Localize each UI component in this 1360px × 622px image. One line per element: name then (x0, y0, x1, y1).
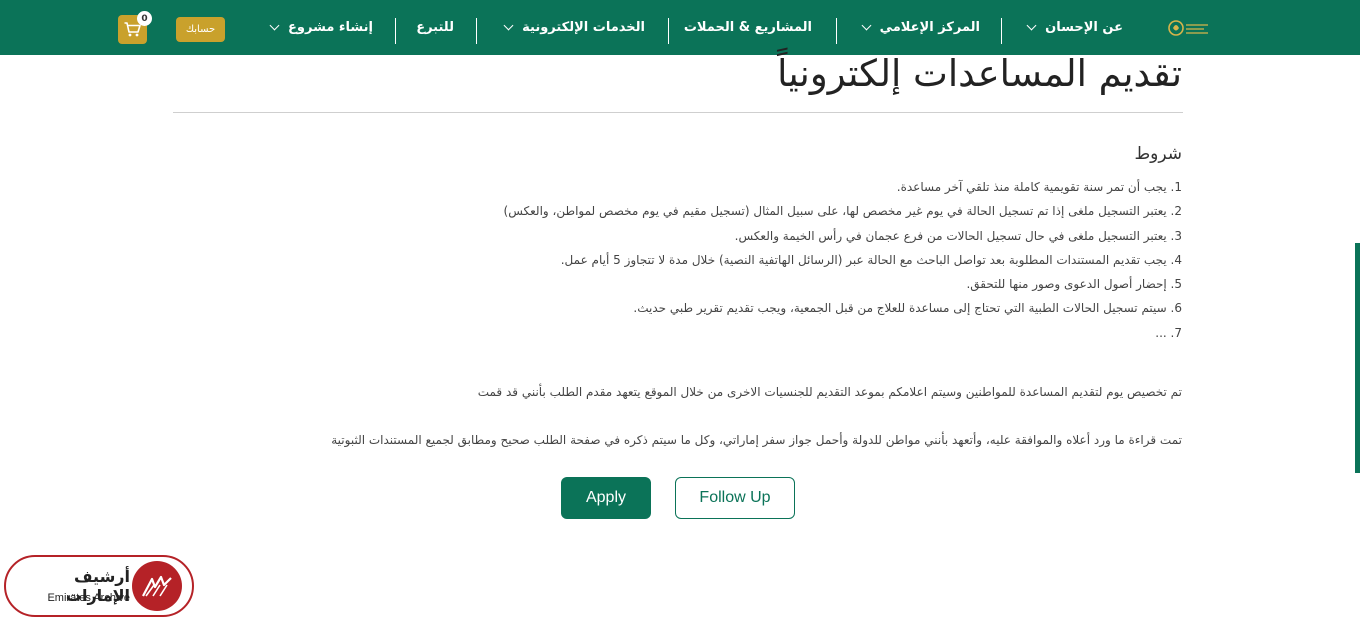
emirates-archive-watermark: أرشيف الإمارات Emirates Archive (4, 555, 194, 617)
apply-button[interactable]: Apply (561, 477, 651, 519)
nav-item-media-center[interactable]: المركز الإعلامي (861, 0, 980, 55)
charity-logo-icon[interactable] (1168, 14, 1212, 42)
nav-item-donate-label: للتبرع (416, 20, 454, 35)
nav-item-projects[interactable]: المشاريع & الحملات (684, 0, 812, 55)
nav-item-about-label: عن الإحسان (1045, 20, 1123, 35)
nav-item-about[interactable]: عن الإحسان (1026, 0, 1123, 55)
notice-text: تم تخصيص يوم لتقديم المساعدة للمواطنين و… (477, 385, 1182, 399)
nav-item-create-project-label: إنشاء مشروع (288, 20, 373, 35)
chevron-down-icon (503, 20, 514, 31)
cart-icon (124, 22, 141, 37)
scrollbar-thumb[interactable] (1355, 243, 1360, 473)
terms-list: 1. يجب أن تمر سنة تقويمية كاملة منذ تلقي… (182, 175, 1182, 345)
archive-logo-icon (132, 561, 182, 611)
chevron-down-icon (1026, 20, 1037, 31)
terms-list-item: 5. إحضار أصول الدعوى وصور منها للتحقق. (966, 277, 1182, 292)
chevron-down-icon (861, 20, 872, 31)
follow-up-button[interactable]: Follow Up (675, 477, 795, 519)
terms-list-item: 6. سيتم تسجيل الحالات الطبية التي تحتاج … (633, 301, 1182, 316)
nav-item-projects-label: المشاريع & الحملات (683, 20, 812, 35)
nav-item-media-center-label: المركز الإعلامي (879, 20, 980, 35)
terms-list-item: 7. ... (1155, 325, 1182, 340)
terms-list-item: 1. يجب أن تمر سنة تقويمية كاملة منذ تلقي… (896, 180, 1182, 194)
nav-item-e-services-label: الخدمات الإلكترونية (522, 20, 645, 35)
nav-divider (395, 18, 396, 44)
nav-item-donate[interactable]: للتبرع (416, 0, 454, 55)
nav-item-create-project[interactable]: إنشاء مشروع (269, 0, 373, 55)
terms-list-item: 3. يعتبر التسجيل ملغى في حال تسجيل الحال… (734, 228, 1182, 243)
terms-list-item: 2. يعتبر التسجيل ملغى إذا تم تسجيل الحال… (503, 204, 1182, 219)
cart-count-badge: 0 (137, 11, 152, 26)
account-button[interactable]: حسابك (176, 17, 225, 42)
title-divider (173, 112, 1183, 113)
nav-divider (476, 18, 477, 44)
top-navbar: عن الإحسان المركز الإعلامي المشاريع & ال… (0, 0, 1360, 55)
nav-divider (668, 18, 669, 44)
nav-divider (836, 18, 837, 44)
nav-item-e-services[interactable]: الخدمات الإلكترونية (503, 0, 645, 55)
chevron-down-icon (269, 20, 280, 31)
terms-list-item: 4. يجب تقديم المستندات المطلوبة بعد تواص… (560, 252, 1182, 267)
page-title: تقديم المساعدات إلكترونياً (777, 52, 1182, 95)
declaration-text: تمت قراءة ما ورد أعلاه والموافقة عليه، و… (331, 433, 1182, 447)
nav-divider (1001, 18, 1002, 44)
watermark-english-text: Emirates Archive (47, 592, 130, 604)
terms-heading: شروط (1134, 144, 1182, 164)
